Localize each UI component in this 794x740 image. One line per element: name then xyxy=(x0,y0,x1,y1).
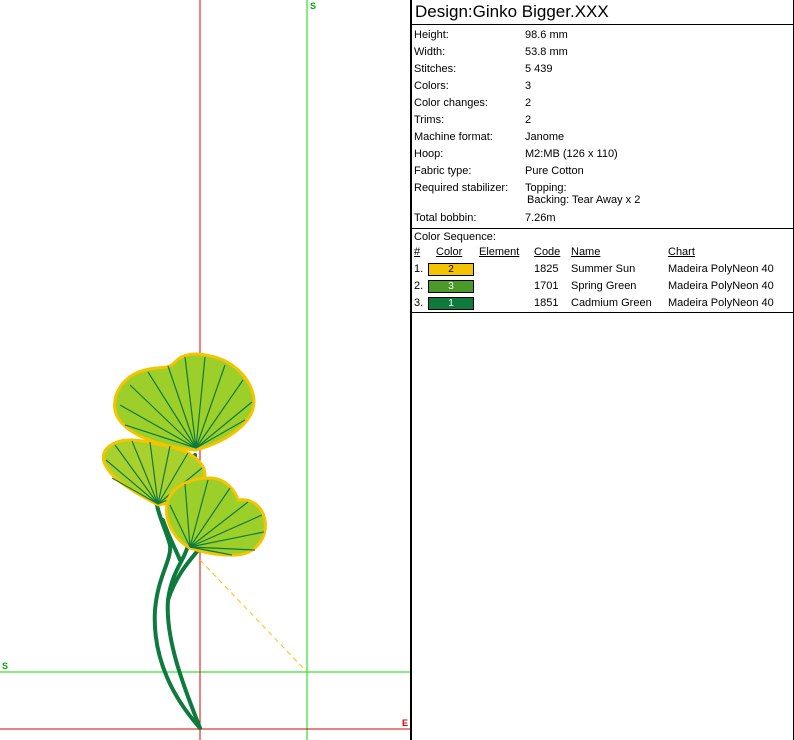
col-code-header: Code xyxy=(534,246,561,258)
ginkgo-leaf-right xyxy=(165,476,267,557)
prop-fabric-type: Fabric type: Pure Cotton xyxy=(412,163,793,180)
prop-value: 3 xyxy=(525,80,532,92)
prop-label: Required stabilizer: xyxy=(414,182,509,194)
prop-trims: Trims: 2 xyxy=(412,112,793,129)
color-row-name: Spring Green xyxy=(571,280,637,292)
col-element-header: Element xyxy=(479,246,520,258)
color-sequence-title: Color Sequence: xyxy=(414,231,496,243)
prop-value: 2 xyxy=(525,114,532,126)
prop-label: Stitches: xyxy=(414,63,457,75)
prop-width: Width: 53.8 mm xyxy=(412,44,793,61)
color-row-num: 3. xyxy=(414,297,424,309)
col-num-header: # xyxy=(414,246,421,258)
stabilizer-backing: Backing: Tear Away x 2 xyxy=(527,194,641,206)
prop-label: Height: xyxy=(414,29,449,41)
prop-label: Total bobbin: xyxy=(414,212,477,224)
start-marker-top: S xyxy=(310,1,316,11)
prop-height: Height: 98.6 mm xyxy=(412,27,793,44)
prop-value: M2:MB (126 x 110) xyxy=(525,148,618,160)
prop-total-bobbin: Total bobbin: 7.26m xyxy=(412,210,793,227)
prop-value: 53.8 mm xyxy=(525,46,568,58)
color-row-code: 1825 xyxy=(534,263,559,275)
color-row-chart: Madeira PolyNeon 40 xyxy=(668,297,774,309)
prop-machine-format: Machine format: Janome xyxy=(412,129,793,146)
design-title: Design:Ginko Bigger.XXX xyxy=(412,0,793,25)
prop-color-changes: Color changes: 2 xyxy=(412,95,793,112)
embroidery-preview: S S E xyxy=(0,0,410,740)
prop-value: 5 439 xyxy=(525,63,553,75)
color-row[interactable]: 1. 2 1825 Summer Sun Madeira PolyNeon 40 xyxy=(412,261,793,278)
prop-stabilizer: Required stabilizer: Topping: Backing: T… xyxy=(412,180,793,210)
color-row-num: 2. xyxy=(414,280,424,292)
col-name-header: Name xyxy=(571,246,601,258)
start-marker-left: S xyxy=(2,661,8,671)
color-row[interactable]: 3. 1 1851 Cadmium Green Madeira PolyNeon… xyxy=(412,295,793,313)
color-row[interactable]: 2. 3 1701 Spring Green Madeira PolyNeon … xyxy=(412,278,793,295)
color-row-name: Cadmium Green xyxy=(571,297,652,309)
ginkgo-leaf-top xyxy=(113,352,256,452)
prop-label: Width: xyxy=(414,46,446,58)
color-swatch: 3 xyxy=(428,280,474,293)
col-color-header: Color xyxy=(436,246,463,258)
design-properties: Height: 98.6 mm Width: 53.8 mm Stitches: 5 … xyxy=(412,25,793,227)
color-row-code: 1851 xyxy=(534,297,559,309)
color-sequence-header: # Color Element Code Name Chart xyxy=(412,245,793,261)
prop-stitches: Stitches: 5 439 xyxy=(412,61,793,78)
prop-hoop: Hoop: M2:MB (126 x 110) xyxy=(412,146,793,163)
prop-label: Trims: xyxy=(414,114,445,126)
design-canvas[interactable]: S S E xyxy=(0,0,410,740)
end-marker: E xyxy=(402,718,408,728)
prop-colors: Colors: 3 xyxy=(412,78,793,95)
col-chart-header: Chart xyxy=(668,246,695,258)
color-row-chart: Madeira PolyNeon 40 xyxy=(668,263,774,275)
color-row-name: Summer Sun xyxy=(571,263,636,275)
color-row-code: 1701 xyxy=(534,280,559,292)
prop-label: Hoop: xyxy=(414,148,444,160)
color-swatch: 2 xyxy=(428,263,474,276)
prop-value: Janome xyxy=(525,131,565,143)
prop-value: 98.6 mm xyxy=(525,29,568,41)
prop-value: Pure Cotton xyxy=(525,165,584,177)
prop-value: 7.26m xyxy=(525,212,556,224)
design-info-panel: Design:Ginko Bigger.XXX Height: 98.6 mm W… xyxy=(412,0,794,740)
prop-value: 2 xyxy=(525,97,532,109)
jump-stitch-line xyxy=(199,559,308,673)
color-row-chart: Madeira PolyNeon 40 xyxy=(668,280,774,292)
prop-label: Fabric type: xyxy=(414,165,472,177)
color-swatch: 1 xyxy=(428,297,474,310)
prop-label: Color changes: xyxy=(414,97,488,109)
prop-label: Machine format: xyxy=(414,131,493,143)
prop-label: Colors: xyxy=(414,80,449,92)
color-row-num: 1. xyxy=(414,263,424,275)
